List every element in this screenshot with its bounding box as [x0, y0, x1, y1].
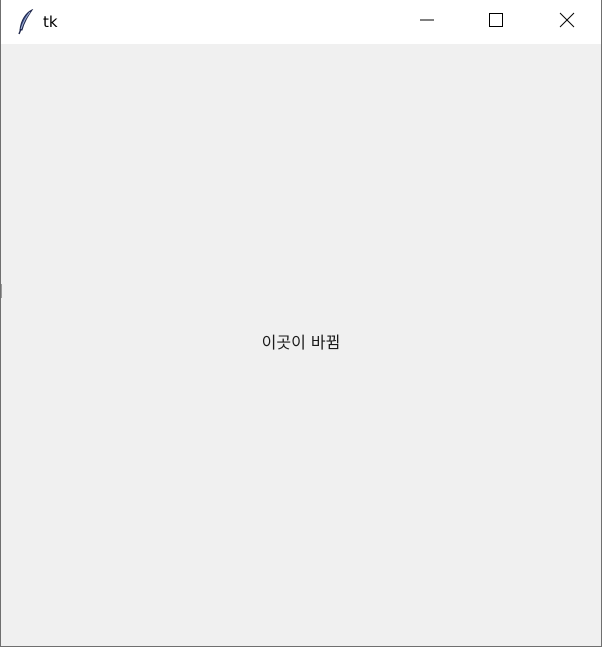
- window-title: tk: [43, 13, 58, 31]
- window-content: 이곳이 바뀜: [1, 44, 601, 646]
- feather-icon: [17, 8, 35, 35]
- minimize-icon: [419, 12, 435, 33]
- center-label: 이곳이 바뀜: [261, 333, 341, 352]
- resize-edge[interactable]: [1, 284, 2, 298]
- maximize-button[interactable]: [473, 0, 519, 44]
- close-button[interactable]: [544, 0, 590, 44]
- title-bar[interactable]: tk: [1, 0, 601, 44]
- minimize-button[interactable]: [404, 0, 450, 44]
- tk-window: tk 이곳이 바뀜: [0, 0, 602, 647]
- close-icon: [559, 12, 575, 33]
- maximize-icon: [488, 12, 504, 33]
